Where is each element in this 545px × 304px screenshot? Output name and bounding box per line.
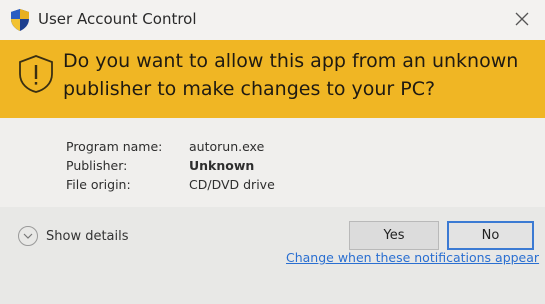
close-button[interactable]: [509, 6, 535, 32]
program-name-label: Program name:: [66, 139, 163, 154]
file-origin-label: File origin:: [66, 177, 131, 192]
yes-button[interactable]: Yes: [349, 221, 439, 250]
uac-dialog: User Account Control Do you want to allo…: [0, 0, 545, 304]
no-button[interactable]: No: [447, 221, 534, 250]
publisher-label: Publisher:: [66, 158, 128, 173]
warning-shield-icon: [19, 55, 53, 93]
window-title: User Account Control: [38, 10, 197, 28]
show-details-toggle[interactable]: Show details: [18, 226, 129, 246]
uac-shield-icon: [11, 9, 29, 31]
close-icon: [515, 12, 529, 26]
uac-question: Do you want to allow this app from an un…: [63, 50, 519, 100]
title-bar: User Account Control: [0, 0, 545, 40]
dialog-footer: Show details Yes No Change when these no…: [0, 207, 545, 304]
publisher-value: Unknown: [189, 158, 255, 173]
show-details-label: Show details: [46, 228, 129, 244]
warning-banner: Do you want to allow this app from an un…: [0, 40, 545, 118]
chevron-down-icon: [18, 226, 38, 246]
file-origin-value: CD/DVD drive: [189, 177, 275, 192]
program-name-value: autorun.exe: [189, 139, 265, 154]
change-notifications-link[interactable]: Change when these notifications appear: [286, 250, 539, 265]
